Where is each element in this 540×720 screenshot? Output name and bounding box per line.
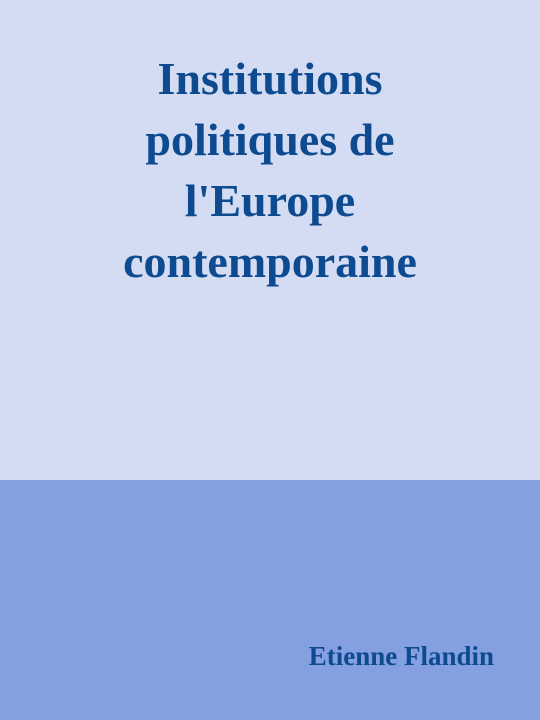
book-cover: Institutions politiques de l'Europe cont… bbox=[0, 0, 540, 720]
title-line-3: l'Europe bbox=[184, 175, 356, 226]
cover-bottom-panel bbox=[0, 480, 540, 720]
title-line-1: Institutions bbox=[157, 53, 383, 104]
author-name: Etienne Flandin bbox=[308, 641, 494, 671]
title-line-4: contemporaine bbox=[123, 236, 417, 287]
book-title: Institutions politiques de l'Europe cont… bbox=[0, 48, 540, 292]
title-line-2: politiques de bbox=[145, 114, 395, 165]
